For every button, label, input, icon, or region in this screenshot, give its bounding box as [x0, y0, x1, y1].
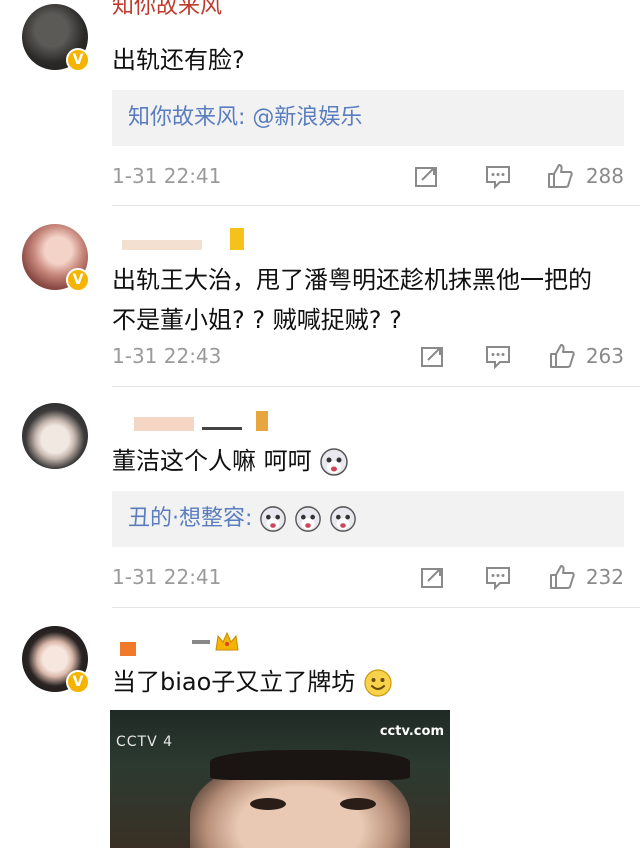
- comment-icon[interactable]: [484, 162, 512, 190]
- reply-preview[interactable]: 知你故来风: @新浪娱乐: [112, 90, 624, 146]
- comment-icon[interactable]: [484, 563, 512, 591]
- channel-badge: CCTV 4: [116, 734, 174, 750]
- username[interactable]: 知你故来风: [112, 0, 272, 19]
- husky-emoji-icon: [320, 448, 349, 476]
- avatar[interactable]: V: [22, 224, 90, 292]
- crown-icon: [215, 631, 239, 651]
- comment-icon[interactable]: [484, 342, 512, 370]
- timestamp: 1-31 22:41: [112, 565, 222, 589]
- comment-text: 出轨还有脸?: [112, 46, 245, 74]
- forward-icon[interactable]: [412, 162, 440, 190]
- thumbs-up-icon[interactable]: [546, 162, 574, 190]
- channel-logo: cctv.com: [379, 724, 444, 739]
- like-count: 263: [585, 344, 624, 368]
- comment-item: V 当了biao子又立了牌坊 CCTV 4 cctv.com: [0, 610, 640, 848]
- verified-badge-icon: V: [66, 268, 90, 292]
- comment-item: 董洁这个人嘛 呵呵 丑的·想整容: 1-31 22:41 232: [0, 387, 640, 609]
- username[interactable]: [112, 407, 272, 437]
- thumbs-up-icon[interactable]: [548, 563, 576, 591]
- comment-meta: 1-31 22:41 288: [112, 158, 624, 198]
- like-count: 288: [585, 164, 624, 188]
- comment-item: V 出轨王大治，甩了潘粤明还趁机抹黑他一把的不是董小姐? ? 贼喊捉贼? ? 1…: [0, 206, 640, 387]
- comment-meta: 1-31 22:41 232: [112, 559, 624, 599]
- verified-badge-icon: V: [66, 670, 90, 694]
- reply-user[interactable]: 知你故来风:: [128, 105, 245, 130]
- husky-emoji-icon: [259, 506, 357, 532]
- comment-text: 当了biao子又立了牌坊: [112, 662, 616, 702]
- comment-meta: 1-31 22:43 263: [112, 338, 624, 378]
- username[interactable]: [112, 628, 272, 658]
- divider: [112, 607, 640, 608]
- avatar[interactable]: [22, 403, 88, 469]
- timestamp: 1-31 22:41: [112, 164, 222, 188]
- like-count: 232: [585, 565, 624, 589]
- reply-preview[interactable]: 丑的·想整容:: [112, 491, 624, 547]
- thumbs-up-icon[interactable]: [548, 342, 576, 370]
- username[interactable]: [112, 226, 252, 256]
- comment-text: 出轨王大治，甩了潘粤明还趁机抹黑他一把的不是董小姐? ? 贼喊捉贼? ?: [112, 266, 592, 334]
- comment-item: V 知你故来风 出轨还有脸? 知你故来风: @新浪娱乐 1-31 22:41 2…: [0, 0, 640, 206]
- avatar[interactable]: V: [22, 4, 90, 72]
- forward-icon[interactable]: [418, 563, 446, 591]
- forward-icon[interactable]: [418, 342, 446, 370]
- avatar[interactable]: V: [22, 626, 90, 694]
- verified-badge-icon: V: [66, 48, 90, 72]
- reply-user[interactable]: 丑的·想整容:: [128, 506, 252, 531]
- comment-text: 董洁这个人嘛 呵呵: [112, 441, 616, 481]
- video-thumbnail[interactable]: CCTV 4 cctv.com: [110, 710, 450, 848]
- smile-emoji-icon: [364, 669, 392, 697]
- reply-content[interactable]: @新浪娱乐: [252, 105, 362, 130]
- timestamp: 1-31 22:43: [112, 344, 222, 368]
